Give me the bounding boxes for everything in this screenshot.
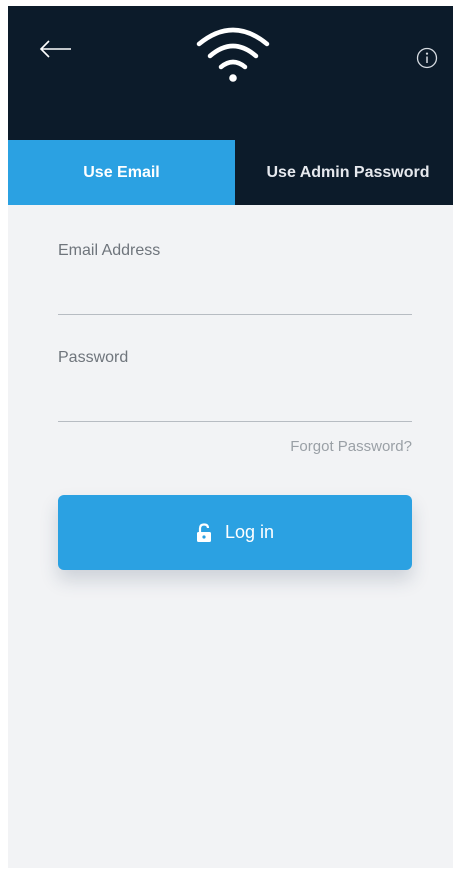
forgot-password-link[interactable]: Forgot Password? <box>290 438 412 455</box>
header: Use Email Use Admin Password <box>8 6 453 205</box>
login-method-tabs: Use Email Use Admin Password <box>8 140 453 205</box>
back-button[interactable] <box>36 34 76 64</box>
tab-use-email[interactable]: Use Email <box>8 140 235 205</box>
wifi-icon <box>196 27 270 82</box>
login-button-label: Log in <box>224 522 275 542</box>
password-label: Password <box>58 349 129 366</box>
tab-label: Use Admin Password <box>266 163 430 181</box>
email-field[interactable] <box>58 288 412 315</box>
tab-label: Use Email <box>83 163 160 181</box>
lock-icon <box>196 522 211 542</box>
tab-use-admin-password[interactable]: Use Admin Password <box>235 140 453 205</box>
password-field[interactable] <box>58 395 412 422</box>
app-screen: Use Email Use Admin Password Email Addre… <box>8 6 453 868</box>
info-icon[interactable] <box>416 47 438 69</box>
email-label: Email Address <box>58 242 161 259</box>
arrow-left-icon <box>39 40 71 58</box>
login-button[interactable]: Log in <box>58 495 412 570</box>
